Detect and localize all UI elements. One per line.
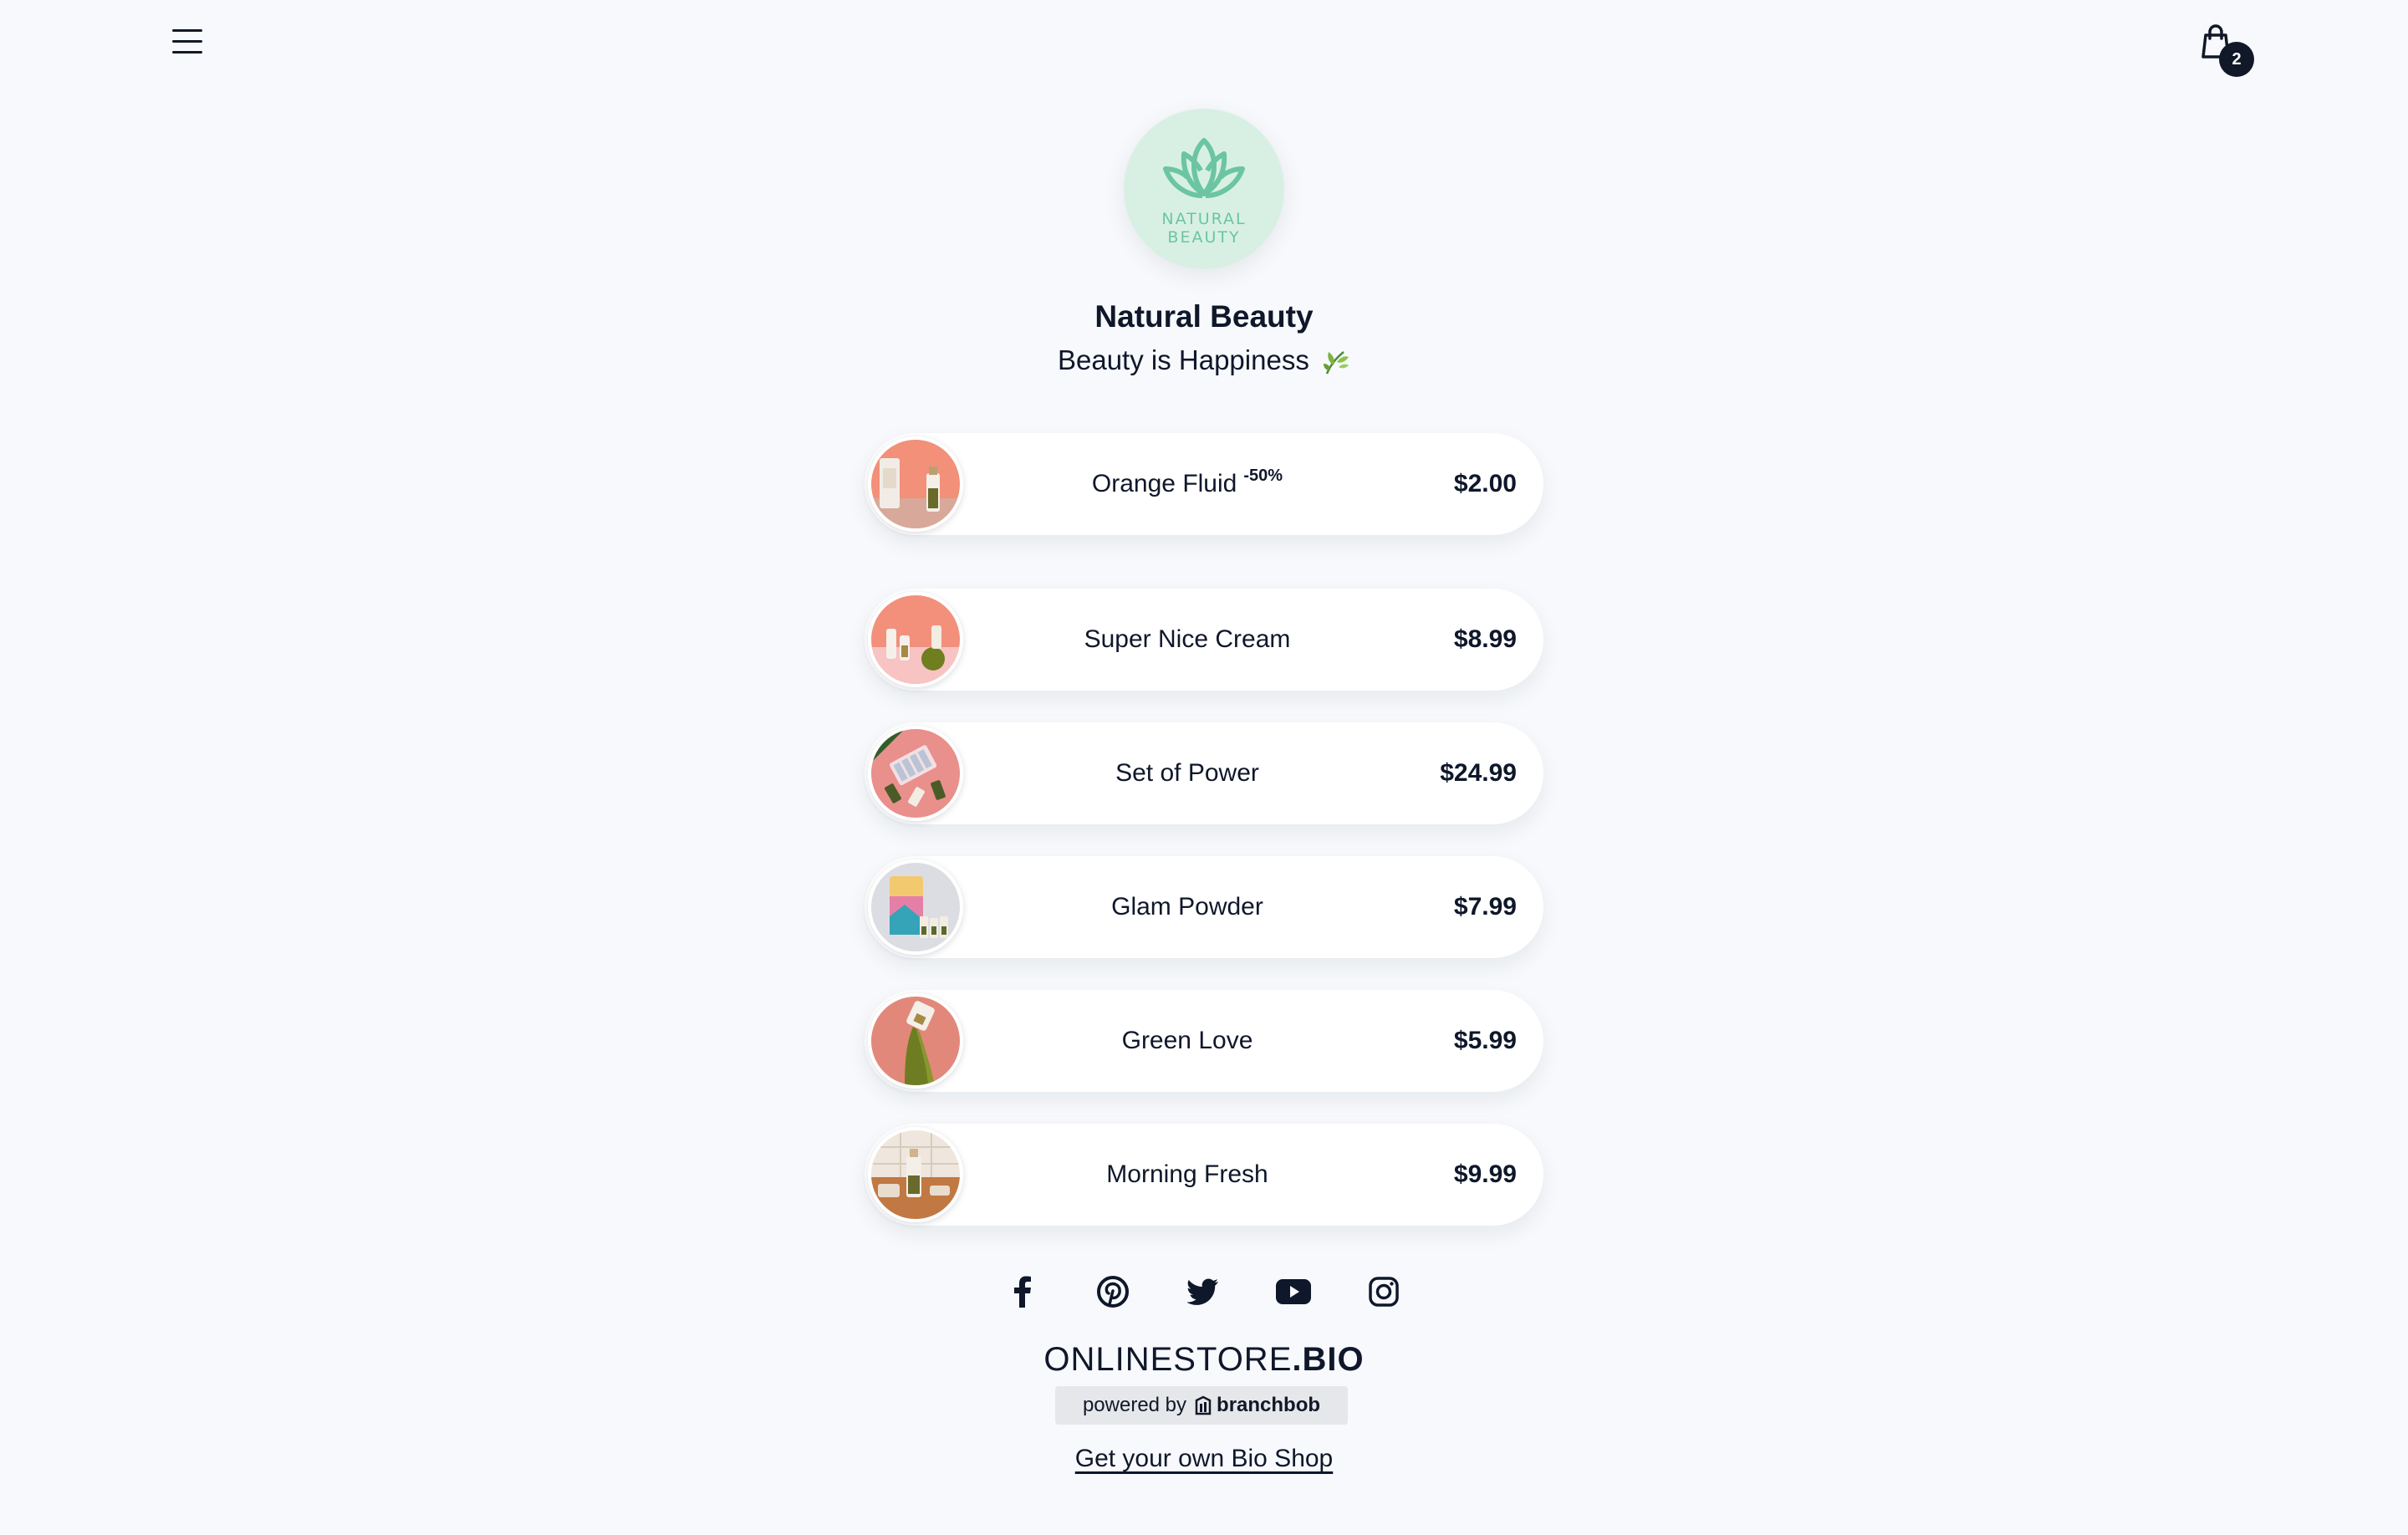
cart-button[interactable]: 2 <box>2199 20 2254 77</box>
footer-brand: ONLINESTORE.BIO <box>0 1341 2408 1379</box>
product-name: Glam Powder <box>973 856 1401 958</box>
lotus-icon <box>1163 138 1245 198</box>
product-thumbnail <box>868 726 963 821</box>
logo-text-line-1: NATURAL <box>1161 210 1247 228</box>
get-bio-shop-link[interactable]: Get your own Bio Shop <box>1075 1445 1334 1472</box>
brand-bold-text: .BIO <box>1292 1341 1365 1378</box>
cta-container: Get your own Bio Shop <box>0 1445 2408 1473</box>
product-price: $2.00 <box>1453 470 1517 497</box>
powered-by-badge[interactable]: powered by branchbob <box>1055 1386 1348 1425</box>
cart-count-badge: 2 <box>2219 42 2254 77</box>
pinterest-icon[interactable] <box>1090 1269 1135 1314</box>
product-row-glam-powder[interactable]: Glam Powder $7.99 <box>865 856 1543 958</box>
product-row-set-of-power[interactable]: Set of Power $24.99 <box>865 722 1543 824</box>
product-name: Orange Fluid -50% <box>973 433 1401 535</box>
product-name-text: Morning Fresh <box>1106 1160 1268 1188</box>
product-price: $5.99 <box>1453 1027 1517 1054</box>
branchbob-logo: branchbob <box>1195 1394 1320 1417</box>
product-price: $24.99 <box>1440 759 1517 787</box>
leaf-icon <box>1324 351 1349 375</box>
product-name-text: Super Nice Cream <box>1084 625 1291 653</box>
product-row-orange-fluid[interactable]: Orange Fluid -50% $2.00 <box>865 433 1543 535</box>
instagram-icon[interactable] <box>1361 1269 1406 1314</box>
social-links <box>1000 1269 1410 1319</box>
product-price: $9.99 <box>1453 1160 1517 1188</box>
menu-icon[interactable] <box>171 27 204 57</box>
product-thumbnail <box>868 1127 963 1222</box>
product-price: $8.99 <box>1453 625 1517 653</box>
product-thumbnail <box>868 592 963 687</box>
tagline-text: Beauty is Happiness <box>1057 344 1309 375</box>
facebook-icon[interactable] <box>1000 1269 1045 1314</box>
branchbob-text: branchbob <box>1217 1394 1321 1416</box>
youtube-icon[interactable] <box>1271 1269 1316 1314</box>
product-thumbnail <box>868 859 963 955</box>
brand-light-text: ONLINESTORE <box>1043 1341 1293 1378</box>
product-name-text: Set of Power <box>1115 759 1259 787</box>
product-row-morning-fresh[interactable]: Morning Fresh $9.99 <box>865 1124 1543 1226</box>
discount-badge: -50% <box>1243 466 1283 485</box>
product-name: Set of Power <box>973 722 1401 824</box>
product-price: $7.99 <box>1453 893 1517 920</box>
product-name-text: Green Love <box>1121 1027 1253 1054</box>
bio-shop-page: 2 NATURAL BEAUTY Natural Beauty Beauty i… <box>0 0 2408 1535</box>
store-tagline: Beauty is Happiness <box>0 344 2408 376</box>
product-name: Morning Fresh <box>973 1124 1401 1226</box>
powered-by-label: powered by <box>1082 1394 1187 1416</box>
product-row-green-love[interactable]: Green Love $5.99 <box>865 990 1543 1092</box>
product-thumbnail <box>868 436 963 532</box>
product-row-super-nice-cream[interactable]: Super Nice Cream $8.99 <box>865 589 1543 691</box>
product-name: Green Love <box>973 990 1401 1092</box>
product-name-text: Glam Powder <box>1111 893 1263 920</box>
product-name: Super Nice Cream <box>973 589 1401 691</box>
logo-text-line-2: BEAUTY <box>1167 228 1241 247</box>
twitter-icon[interactable] <box>1181 1269 1226 1314</box>
product-name-text: Orange Fluid <box>1091 470 1237 497</box>
store-logo: NATURAL BEAUTY <box>1124 109 1284 269</box>
branchbob-icon <box>1195 1395 1212 1415</box>
product-thumbnail <box>868 993 963 1089</box>
store-name: Natural Beauty <box>1094 299 1314 334</box>
